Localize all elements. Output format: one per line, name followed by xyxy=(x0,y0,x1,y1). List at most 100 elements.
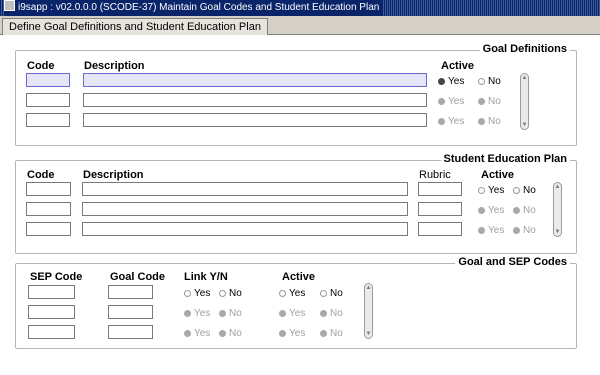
radio-dot xyxy=(478,78,485,85)
sep-rubric-field[interactable] xyxy=(418,222,462,236)
active-no-radio[interactable]: No xyxy=(513,205,536,216)
sep-code-field[interactable] xyxy=(26,202,71,216)
radio-label: Yes xyxy=(289,308,306,319)
active-no-radio[interactable]: No xyxy=(320,328,343,339)
link-yes-radio[interactable]: Yes xyxy=(184,288,210,299)
active-yes-radio[interactable]: Yes xyxy=(438,96,464,107)
goal-and-sep-codes-group: Goal and SEP Codes SEP Code Goal Code Li… xyxy=(15,256,577,349)
goal-code-field[interactable] xyxy=(108,305,153,319)
goal-code-field[interactable] xyxy=(108,325,153,339)
description-header: Description xyxy=(84,60,145,72)
radio-dot xyxy=(279,310,286,317)
active-no-radio[interactable]: No xyxy=(478,116,501,127)
student-education-plan-group: Student Education Plan Code Description … xyxy=(15,153,577,254)
code-header: Code xyxy=(27,169,55,181)
sep-description-field[interactable] xyxy=(82,222,408,236)
goal-description-field[interactable] xyxy=(83,73,427,87)
link-yes-radio[interactable]: Yes xyxy=(184,328,210,339)
radio-dot xyxy=(320,330,327,337)
radio-dot xyxy=(438,98,445,105)
radio-label: Yes xyxy=(448,96,465,107)
goal-code-field[interactable] xyxy=(108,285,153,299)
active-no-radio[interactable]: No xyxy=(320,308,343,319)
window-title: i9sapp : v02.0.0.0 (SCODE-37) Maintain G… xyxy=(18,2,380,13)
active-no-radio[interactable]: No xyxy=(513,185,536,196)
radio-dot xyxy=(184,310,191,317)
link-header: Link Y/N xyxy=(184,271,228,283)
radio-label: Yes xyxy=(289,288,306,299)
radio-label: Yes xyxy=(448,116,465,127)
radio-label: No xyxy=(488,76,501,87)
rubric-header: Rubric xyxy=(419,169,451,181)
active-yes-radio[interactable]: Yes xyxy=(478,185,504,196)
scroll-down-icon[interactable]: ▼ xyxy=(554,228,561,236)
scroll-down-icon[interactable]: ▼ xyxy=(365,330,372,338)
sep-description-field[interactable] xyxy=(82,182,408,196)
radio-label: No xyxy=(523,205,536,216)
radio-label: Yes xyxy=(194,308,211,319)
scroll-up-icon[interactable]: ▲ xyxy=(365,284,372,292)
active-yes-radio[interactable]: Yes xyxy=(279,328,305,339)
goal-description-field[interactable] xyxy=(83,113,427,127)
active-no-radio[interactable]: No xyxy=(320,288,343,299)
radio-dot xyxy=(478,187,485,194)
goal-code-field[interactable] xyxy=(26,73,70,87)
radio-dot xyxy=(219,330,226,337)
goal-sep-scrollbar[interactable]: ▲ ▼ xyxy=(364,283,373,339)
active-yes-radio[interactable]: Yes xyxy=(279,288,305,299)
radio-label: No xyxy=(330,328,343,339)
goal-definitions-title: Goal Definitions xyxy=(479,43,570,55)
active-yes-radio[interactable]: Yes xyxy=(279,308,305,319)
radio-label: Yes xyxy=(488,185,505,196)
sep-code-field[interactable] xyxy=(26,222,71,236)
radio-dot xyxy=(438,78,445,85)
link-no-radio[interactable]: No xyxy=(219,328,242,339)
goal-description-field[interactable] xyxy=(83,93,427,107)
sep-code-field[interactable] xyxy=(28,305,75,319)
radio-label: No xyxy=(229,288,242,299)
tab-define-goal-definitions[interactable]: Define Goal Definitions and Student Educ… xyxy=(2,18,268,35)
radio-dot xyxy=(184,330,191,337)
active-yes-radio[interactable]: Yes xyxy=(478,205,504,216)
active-yes-radio[interactable]: Yes xyxy=(438,116,464,127)
link-no-radio[interactable]: No xyxy=(219,308,242,319)
radio-label: Yes xyxy=(448,76,465,87)
sep-code-field[interactable] xyxy=(28,285,75,299)
scroll-up-icon[interactable]: ▲ xyxy=(554,183,561,191)
window-title-wrap: i9sapp : v02.0.0.0 (SCODE-37) Maintain G… xyxy=(4,0,384,16)
scroll-up-icon[interactable]: ▲ xyxy=(521,74,528,82)
radio-dot xyxy=(219,310,226,317)
radio-label: No xyxy=(229,308,242,319)
radio-label: No xyxy=(523,225,536,236)
radio-label: Yes xyxy=(488,225,505,236)
radio-dot xyxy=(478,227,485,234)
goal-code-field[interactable] xyxy=(26,113,70,127)
radio-dot xyxy=(513,207,520,214)
radio-label: No xyxy=(488,96,501,107)
radio-dot xyxy=(320,310,327,317)
goal-definitions-scrollbar[interactable]: ▲ ▼ xyxy=(520,73,529,130)
active-yes-radio[interactable]: Yes xyxy=(478,225,504,236)
sep-code-field[interactable] xyxy=(26,182,71,196)
active-no-radio[interactable]: No xyxy=(478,76,501,87)
active-no-radio[interactable]: No xyxy=(478,96,501,107)
radio-label: No xyxy=(330,308,343,319)
active-yes-radio[interactable]: Yes xyxy=(438,76,464,87)
radio-dot xyxy=(513,187,520,194)
sep-description-field[interactable] xyxy=(82,202,408,216)
sep-scrollbar[interactable]: ▲ ▼ xyxy=(553,182,562,237)
sep-rubric-field[interactable] xyxy=(418,182,462,196)
radio-dot xyxy=(184,290,191,297)
radio-dot xyxy=(478,207,485,214)
sep-rubric-field[interactable] xyxy=(418,202,462,216)
link-yes-radio[interactable]: Yes xyxy=(184,308,210,319)
radio-dot xyxy=(478,118,485,125)
active-no-radio[interactable]: No xyxy=(513,225,536,236)
app-icon xyxy=(4,0,15,11)
sep-code-field[interactable] xyxy=(28,325,75,339)
goal-code-field[interactable] xyxy=(26,93,70,107)
link-no-radio[interactable]: No xyxy=(219,288,242,299)
radio-label: No xyxy=(330,288,343,299)
sep-code-header: SEP Code xyxy=(30,271,83,283)
scroll-down-icon[interactable]: ▼ xyxy=(521,121,528,129)
